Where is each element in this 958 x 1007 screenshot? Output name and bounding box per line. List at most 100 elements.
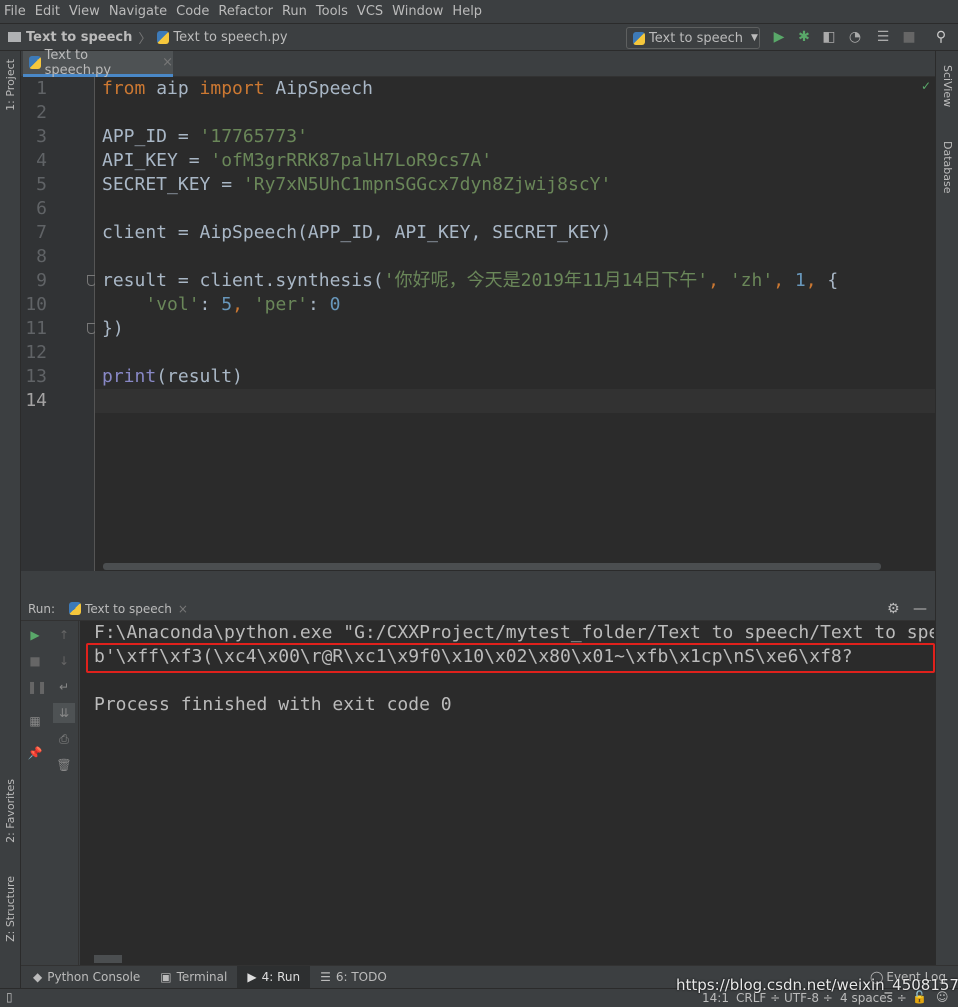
layout-icon[interactable]: ▦ xyxy=(27,713,43,729)
menu-window[interactable]: Window xyxy=(392,4,443,19)
code-token: from xyxy=(102,78,157,99)
close-icon[interactable]: × xyxy=(162,55,173,70)
menu-code[interactable]: Code xyxy=(176,4,209,19)
menu-navigate[interactable]: Navigate xyxy=(109,4,167,19)
menu-refactor[interactable]: Refactor xyxy=(218,4,273,19)
run-configuration-select[interactable]: Text to speech ▼ xyxy=(626,27,760,49)
code-token: , xyxy=(708,270,730,291)
line-number: 5 xyxy=(36,174,47,195)
file-encoding[interactable]: UTF-8 ÷ xyxy=(784,991,833,1005)
stop-icon[interactable]: ■ xyxy=(901,29,917,45)
print-icon[interactable]: ⎙ xyxy=(56,731,72,747)
code-line: client = AipSpeech(APP_ID, API_KEY, SECR… xyxy=(102,221,611,245)
line-number: 12 xyxy=(25,342,47,363)
menu-bar: File Edit View Navigate Code Refactor Run Tools… xyxy=(0,0,958,24)
inspector-icon[interactable]: ☺ xyxy=(936,990,949,1004)
tab-text-to-speech-py[interactable]: Text to speech.py × xyxy=(23,48,173,78)
console-line: b'\xff\xf3(\xc4\x00\r@R\xc1\x9f0\x10\x02… xyxy=(94,646,853,667)
rerun-icon[interactable]: ▶ xyxy=(27,627,43,643)
code-editor[interactable]: ✓ from aip import AipSpeech APP_ID = '177… xyxy=(95,77,935,571)
console-output[interactable]: F:\Anaconda\python.exe "G:/CXXProject/my… xyxy=(80,621,935,965)
line-number-gutter: 1 2 3 4 5 6 7 8 9 10 11 12 13 14 xyxy=(21,77,96,571)
code-token: 1 xyxy=(794,270,806,291)
stop-icon[interactable]: ■ xyxy=(27,653,43,669)
console-scrollbar[interactable] xyxy=(94,955,122,963)
minimize-icon[interactable]: — xyxy=(913,601,927,617)
pin-icon[interactable]: 📌 xyxy=(27,745,43,761)
line-number: 10 xyxy=(25,294,47,315)
run-tab[interactable]: Text to speech × xyxy=(69,602,188,616)
code-token: print xyxy=(102,366,157,387)
python-console-tab[interactable]: ◆ Python Console xyxy=(21,966,150,989)
menu-file[interactable]: File xyxy=(4,4,26,19)
profile-icon[interactable]: ◔ xyxy=(847,29,863,45)
code-line: APP_ID = '17765773' xyxy=(102,125,308,149)
code-line: print(result) xyxy=(102,365,243,389)
left-tool-strip: 1: Project 2: Favorites Z: Structure xyxy=(0,51,21,988)
horizontal-scrollbar[interactable] xyxy=(103,563,881,570)
caret-position[interactable]: 14:1 xyxy=(702,991,729,1005)
trash-icon[interactable]: 🗑 xyxy=(56,757,72,773)
code-token: '17765773' xyxy=(199,126,308,147)
code-token: 5 xyxy=(221,294,233,315)
code-token: 'vol' xyxy=(145,294,200,315)
code-token: 'zh' xyxy=(729,270,774,291)
breadcrumb-file[interactable]: Text to speech.py xyxy=(157,30,288,45)
menu-edit[interactable]: Edit xyxy=(35,4,60,19)
code-token: API_KEY = xyxy=(102,150,211,171)
todo-tab[interactable]: ☰ 6: TODO xyxy=(310,966,397,989)
database-tool-button[interactable]: Database xyxy=(941,141,954,194)
terminal-tab[interactable]: ▣ Terminal xyxy=(150,966,237,989)
line-number: 13 xyxy=(25,366,47,387)
breadcrumb-project[interactable]: Text to speech 〉 xyxy=(8,28,157,47)
line-number: 8 xyxy=(36,246,47,267)
line-number: 9 xyxy=(36,270,47,291)
line-number: 7 xyxy=(36,222,47,243)
menu-help[interactable]: Help xyxy=(452,4,482,19)
line-number: 11 xyxy=(25,318,47,339)
terminal-icon: ▣ xyxy=(160,970,172,984)
line-separator[interactable]: CRLF ÷ xyxy=(736,991,780,1005)
coverage-icon[interactable]: ◧ xyxy=(821,29,837,45)
gear-icon[interactable]: ⚙ xyxy=(887,601,900,617)
code-token: , xyxy=(773,270,795,291)
indent-setting[interactable]: 4 spaces ÷ xyxy=(840,991,907,1005)
code-token: client = AipSpeech(APP_ID, API_KEY, SECR… xyxy=(102,222,612,243)
speech-bubble-icon: ◯ xyxy=(869,970,884,984)
code-line: API_KEY = 'ofM3grRRK87palH7LoR9cs7A' xyxy=(102,149,492,173)
search-icon[interactable]: ⚲ xyxy=(933,29,949,45)
code-line: result = client.synthesis('你好呢，今天是2019年1… xyxy=(102,269,838,293)
favorites-tool-button[interactable]: 2: Favorites xyxy=(4,779,17,843)
concurrency-icon[interactable]: ☰ xyxy=(875,29,891,45)
toggle-tool-windows-icon[interactable]: ▯ xyxy=(6,990,13,1004)
pause-icon[interactable]: ❚❚ xyxy=(27,679,47,695)
menu-vcs[interactable]: VCS xyxy=(357,4,383,19)
python-icon xyxy=(69,602,82,615)
debug-icon[interactable]: ✱ xyxy=(796,29,812,45)
arrow-down-icon[interactable]: ↓ xyxy=(56,653,72,669)
menu-tools[interactable]: Tools xyxy=(316,4,348,19)
run-icon[interactable]: ▶ xyxy=(771,29,787,45)
check-icon: ✓ xyxy=(921,79,932,93)
run-tool-tab[interactable]: ▶ 4: Run xyxy=(237,965,311,989)
event-log-tab[interactable]: ◯ Event Log xyxy=(860,966,958,989)
sciview-tool-button[interactable]: SciView xyxy=(941,65,954,107)
soft-wrap-icon[interactable]: ↵ xyxy=(56,679,72,695)
menu-view[interactable]: View xyxy=(69,4,100,19)
python-file-icon xyxy=(157,30,170,44)
code-token: : xyxy=(307,294,330,315)
project-tool-button[interactable]: 1: Project xyxy=(4,59,17,111)
menu-run[interactable]: Run xyxy=(282,4,307,19)
code-token: result = client.synthesis( xyxy=(102,270,384,291)
status-bar: ▯ 14:1 CRLF ÷ UTF-8 ÷ 4 spaces ÷ 🔓 ☺ xyxy=(0,988,958,1007)
code-token: }) xyxy=(102,318,124,339)
code-token: '你好呢，今天是2019年11月14日下午' xyxy=(383,270,709,291)
arrow-up-icon[interactable]: ↑ xyxy=(56,627,72,643)
code-token: 'per' xyxy=(253,294,308,315)
line-number: 1 xyxy=(36,78,47,99)
scroll-to-end-icon[interactable]: ⇊ xyxy=(53,703,75,723)
close-icon[interactable]: × xyxy=(178,602,188,616)
lock-icon[interactable]: 🔓 xyxy=(912,990,927,1004)
run-icon: ▶ xyxy=(247,970,257,984)
structure-tool-button[interactable]: Z: Structure xyxy=(4,876,17,942)
